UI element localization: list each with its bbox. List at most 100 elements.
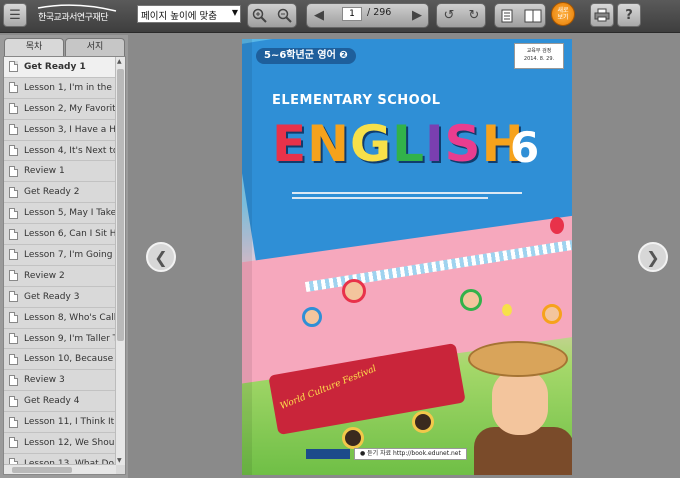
printer-icon (594, 8, 610, 22)
zoom-out-button[interactable] (273, 4, 297, 27)
audio-material-label: ● 듣기 자료 http://book.edunet.net (354, 448, 467, 460)
cartoon-kid (302, 307, 322, 327)
toc-item[interactable]: Get Ready 2 (4, 182, 116, 204)
zoom-group (247, 3, 297, 28)
toc-item[interactable]: Lesson 11, I Think It's E (4, 412, 116, 434)
scroll-down-icon[interactable]: ▼ (117, 457, 122, 464)
toc-item[interactable]: Lesson 6, Can I Sit Her (4, 224, 116, 246)
logo-text: 한국교과서연구재단 (38, 13, 109, 23)
toc-item[interactable]: Lesson 1, I'm in the Co (4, 78, 116, 99)
single-page-icon (501, 9, 513, 22)
horizontal-scroll-thumb[interactable] (12, 467, 72, 473)
publisher-logo: 한국교과서연구재단 (30, 3, 120, 29)
document-icon (9, 353, 18, 365)
stamp-line1: 교육부 검정 (526, 48, 552, 54)
grade-pill: 5~6학년군 영어 ❷ (256, 48, 356, 64)
toolbar: ☰ 한국교과서연구재단 페이지 높이에 맞춤 ▼ ◀ ▶ 1 / 296 ↺ ↻ (0, 0, 680, 33)
new-view-button[interactable]: 새로 보기 (551, 2, 575, 26)
document-icon (9, 291, 18, 303)
stamp-line2: 2014. 8. 29. (523, 56, 555, 62)
chevron-down-icon: ▼ (231, 8, 238, 17)
title-letter: I (424, 115, 445, 173)
title-letter: L (392, 115, 425, 173)
cartoon-kid (342, 279, 366, 303)
toc-list: Get Ready 1 Lesson 1, I'm in the Co Lesson… (4, 57, 116, 474)
rotate-left-button[interactable]: ↺ (437, 4, 461, 27)
document-icon (9, 145, 18, 156)
toc-item[interactable]: Lesson 10, Because I G (4, 349, 116, 371)
toc-item-label: Get Ready 3 (24, 291, 80, 302)
zoom-in-icon (252, 8, 267, 23)
cover-spine (242, 39, 252, 475)
toc-item[interactable]: Lesson 4, It's Next to th (4, 141, 116, 162)
print-button[interactable] (590, 3, 614, 27)
question-mark-icon: ? (625, 7, 633, 23)
toc-item-label: Review 3 (24, 375, 65, 386)
menu-button[interactable]: ☰ (3, 3, 27, 27)
toc-item[interactable]: Lesson 5, May I Take Y (4, 203, 116, 225)
rotate-group: ↺ ↻ (436, 3, 486, 28)
cowboy-boy-photo (464, 341, 572, 475)
series-title: ELEMENTARY SCHOOL (272, 93, 441, 108)
publisher-mark (306, 449, 350, 459)
toc-item-label: Lesson 10, Because I G (24, 354, 116, 365)
horizontal-scrollbar[interactable] (4, 464, 116, 474)
toc-item[interactable]: Get Ready 3 (4, 287, 116, 308)
document-icon (9, 103, 18, 115)
document-icon (9, 186, 18, 198)
help-button[interactable]: ? (617, 3, 641, 27)
single-page-view-button[interactable] (495, 4, 519, 27)
page-number-input[interactable]: 1 (342, 7, 362, 21)
document-icon (9, 416, 18, 428)
triangle-right-icon: ▶ (412, 8, 422, 23)
next-page-button[interactable]: ▶ (405, 4, 429, 27)
toc-item[interactable]: Lesson 3, I Have a Hea (4, 120, 116, 141)
toc-item-label: Lesson 4, It's Next to th (24, 145, 116, 156)
cartoon-kid (542, 304, 562, 324)
tab-toc[interactable]: 목차 (4, 38, 64, 56)
triangle-left-icon: ◀ (314, 8, 324, 23)
toc-item-label: Lesson 7, I'm Going to (24, 249, 116, 260)
zoom-out-icon (277, 8, 292, 23)
rotate-right-button[interactable]: ↻ (462, 4, 486, 27)
toc-item[interactable]: Lesson 9, I'm Taller Th (4, 329, 116, 350)
double-page-view-button[interactable] (521, 4, 545, 27)
toc-item[interactable]: Lesson 7, I'm Going to (4, 245, 116, 266)
view-mode-group (494, 3, 546, 28)
zoom-in-button[interactable] (248, 4, 272, 27)
previous-page-arrow[interactable]: ❮ (146, 242, 176, 272)
document-icon (9, 395, 18, 407)
toc-item-label: Lesson 1, I'm in the Co (24, 82, 116, 93)
vertical-scroll-thumb[interactable] (117, 69, 124, 341)
next-page-arrow[interactable]: ❯ (638, 242, 668, 272)
document-icon (9, 228, 18, 240)
title-letter: G (350, 115, 393, 173)
scroll-up-icon[interactable]: ▲ (117, 58, 122, 65)
vertical-scrollbar[interactable]: ▲ ▼ (115, 57, 125, 465)
tab-bibliography[interactable]: 서지 (65, 38, 125, 56)
toc-item[interactable]: Lesson 8, Who's Callin (4, 308, 116, 329)
toc-item-label: Lesson 3, I Have a Hea (24, 124, 116, 135)
toc-item[interactable]: Review 2 (4, 266, 116, 287)
sidebar: 목차 서지 Get Ready 1 Lesson 1, I'm in the Co… (0, 35, 128, 478)
zoom-select[interactable]: 페이지 높이에 맞춤 ▼ (137, 5, 241, 23)
toc-item[interactable]: Get Ready 1 (4, 57, 116, 78)
toc-item[interactable]: Get Ready 4 (4, 391, 116, 413)
toc-item-label: Lesson 12, We Should S (24, 437, 116, 448)
title-letter: S (444, 115, 482, 173)
toc-item-label: Lesson 9, I'm Taller Th (24, 333, 116, 344)
toc-item-label: Lesson 6, Can I Sit Her (24, 229, 116, 240)
document-icon (9, 270, 18, 282)
toc-item[interactable]: Review 3 (4, 370, 116, 392)
title-letter: E (272, 115, 308, 173)
page-total: / 296 (367, 7, 392, 18)
approval-stamp: 교육부 검정 2014. 8. 29. (514, 43, 564, 69)
toc-item-label: Review 2 (24, 270, 65, 281)
toc-item-label: Lesson 11, I Think It's E (24, 417, 116, 428)
grade-number: 6 (510, 123, 540, 172)
toc-item[interactable]: Lesson 2, My Favorite S (4, 99, 116, 120)
prev-page-button[interactable]: ◀ (307, 4, 331, 27)
document-icon (9, 165, 18, 177)
toc-item[interactable]: Lesson 12, We Should S (4, 433, 116, 454)
toc-item[interactable]: Review 1 (4, 161, 116, 183)
